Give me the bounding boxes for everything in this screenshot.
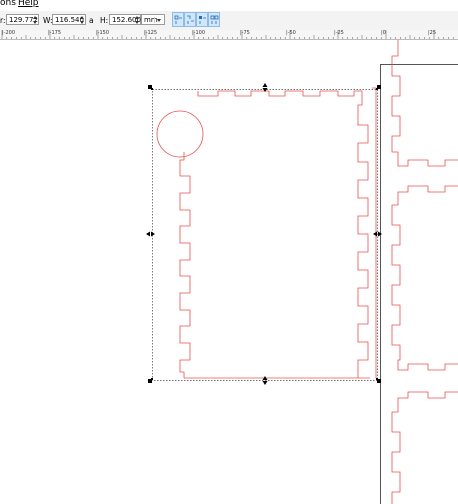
panel-right-3 [391, 391, 458, 504]
panel-right-2 [391, 185, 458, 371]
ruler-label: |-175 [48, 30, 62, 36]
drawing-canvas[interactable] [0, 40, 458, 504]
x-field[interactable]: 129.772 [6, 14, 39, 25]
selector-toolbar: r: 129.772 W: 116.540 a H: 152.600 mm [0, 11, 458, 30]
unit-select[interactable]: mm [141, 14, 165, 25]
ruler-label: |-75 [240, 30, 250, 36]
canvas-svg [146, 40, 458, 504]
panel-left-edge [179, 152, 191, 378]
move-gradients-button[interactable] [196, 12, 208, 27]
page-border [380, 64, 458, 504]
h-label: H: [100, 16, 109, 25]
scale-stroke-button[interactable] [172, 12, 184, 27]
ruler-label: |-125 [144, 30, 158, 36]
handle-nw-icon[interactable] [148, 85, 153, 90]
h-field[interactable]: 152.600 [109, 14, 141, 25]
panel-right-edge [357, 91, 369, 378]
menu-item-help[interactable]: Help [18, 0, 39, 8]
w-spin-icon[interactable] [80, 16, 84, 24]
menu-bar: ons Help [0, 0, 458, 11]
lock-ratio-icon[interactable]: a [89, 16, 94, 25]
selection-bbox [152, 89, 378, 381]
move-gradients-icon [199, 16, 206, 24]
ruler-label: |-25 [334, 30, 344, 36]
move-patterns-icon [210, 15, 219, 24]
w-field[interactable]: 116.540 [52, 14, 86, 25]
selected-box-panel[interactable] [156, 87, 377, 379]
ruler-label: |-50 [286, 30, 296, 36]
selection-handles[interactable] [146, 83, 382, 385]
ruler-label: |0 [381, 30, 386, 36]
h-spin-icon[interactable] [135, 16, 139, 24]
x-spin-icon[interactable] [33, 16, 37, 24]
scale-corners-icon [187, 15, 194, 24]
scale-stroke-icon [174, 15, 182, 24]
ruler-ticks [1, 30, 454, 39]
other-box-panels[interactable] [391, 40, 458, 504]
scale-corners-button[interactable] [184, 12, 196, 27]
panel-top-edge [197, 90, 362, 97]
ruler-label: |-100 [192, 30, 206, 36]
chevron-down-icon [154, 17, 163, 23]
horizontal-ruler[interactable]: |-200 |-175 |-150 |-125 |-100 |-75 |-50 … [0, 30, 458, 40]
panel-right-1 [391, 40, 458, 167]
x-label: r: [0, 16, 6, 25]
ruler-label: |25 [428, 30, 437, 36]
finger-hole [156, 110, 204, 158]
ruler-label: |-150 [96, 30, 110, 36]
ruler-label: |-200 [2, 30, 16, 36]
menu-item-extensions[interactable]: ons [0, 0, 16, 8]
handle-w-icon[interactable] [146, 231, 155, 237]
move-patterns-button[interactable] [208, 12, 220, 27]
